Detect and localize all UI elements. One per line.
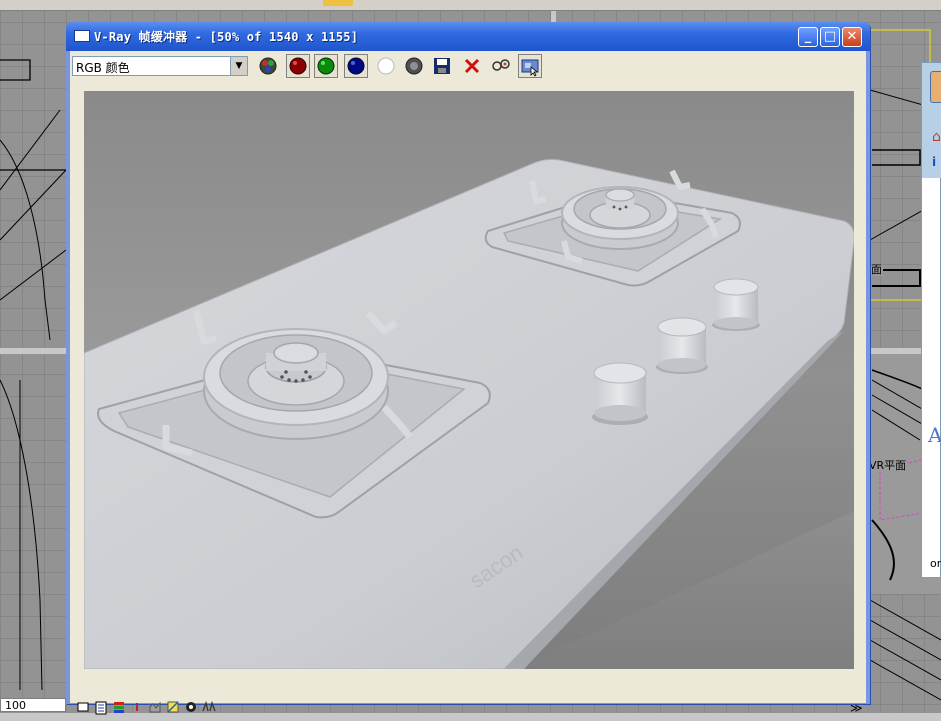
status-value-field[interactable]: 100 [0, 698, 66, 712]
levels-icon[interactable] [148, 701, 162, 715]
lut-icon[interactable] [202, 700, 216, 715]
window-icon [74, 30, 90, 42]
rgb-channels-icon[interactable] [258, 56, 278, 76]
minimize-button[interactable]: _ [798, 27, 818, 47]
channel-select-value: RGB 颜色 [76, 61, 130, 75]
curve-icon[interactable] [166, 701, 180, 715]
info-icon[interactable]: i [932, 155, 936, 169]
viewport-label-plane: 面 [870, 263, 883, 276]
link-to-vfb-icon[interactable] [490, 56, 510, 76]
green-channel-icon[interactable] [314, 54, 338, 78]
side-panel-text: or [930, 557, 941, 570]
channel-select[interactable]: RGB 颜色 ▼ [72, 56, 248, 76]
alpha-channel-icon[interactable] [376, 56, 396, 76]
monochrome-icon[interactable] [404, 56, 424, 76]
window-client-area: RGB 颜色 ▼ sacon i ≫ [70, 51, 866, 715]
pixel-info-icon[interactable]: i [130, 701, 144, 715]
red-channel-icon[interactable] [286, 54, 310, 78]
save-image-icon[interactable] [432, 56, 452, 76]
title-bar[interactable]: V-Ray 帧缓冲器 - [50% of 1540 x 1155] _ □ ✕ [66, 22, 870, 51]
window-title: V-Ray 帧缓冲器 - [50% of 1540 x 1155] [94, 30, 359, 44]
home-icon[interactable]: ⌂ [932, 129, 941, 145]
font-a-icon[interactable]: A [928, 423, 941, 447]
vray-frame-buffer-window: V-Ray 帧缓冲器 - [50% of 1540 x 1155] _ □ ✕ … [66, 22, 870, 715]
side-panel: ⌂ i A or [921, 62, 941, 578]
chevron-down-icon[interactable]: ▼ [230, 57, 247, 75]
blue-channel-icon[interactable] [344, 54, 368, 78]
clear-image-icon[interactable] [462, 56, 482, 76]
color-corrections-icon[interactable] [112, 701, 126, 715]
close-button[interactable]: ✕ [842, 27, 862, 47]
window-toggle-icon[interactable] [76, 701, 90, 715]
history-icon[interactable] [94, 701, 108, 715]
avatar[interactable] [930, 71, 941, 103]
rendered-image[interactable]: sacon [84, 91, 854, 669]
maximize-button[interactable]: □ [820, 27, 840, 47]
region-render-icon[interactable] [518, 54, 542, 78]
expand-toolbar-icon[interactable]: ≫ [850, 701, 863, 715]
exposure-icon[interactable] [184, 701, 198, 715]
render-area: sacon [70, 81, 866, 703]
vfb-toolbar: RGB 颜色 ▼ [70, 51, 866, 81]
viewport-label-vrplane: VR平面 [868, 459, 908, 472]
